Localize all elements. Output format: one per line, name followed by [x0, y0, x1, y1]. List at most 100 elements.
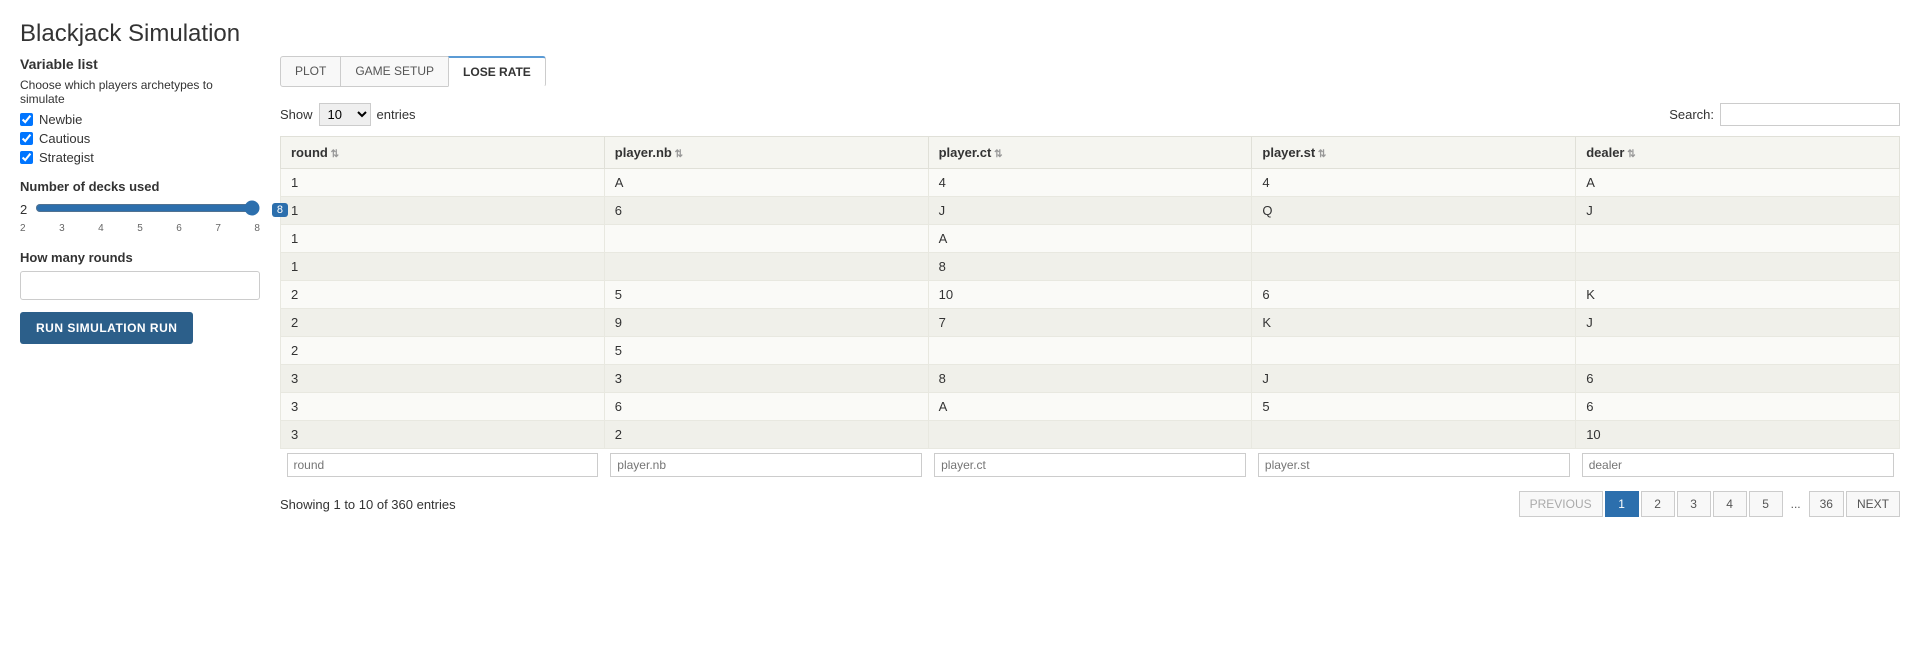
- cell-r4-c1: 5: [604, 281, 928, 309]
- run-simulation-button[interactable]: RUN SIMULATION RUN: [20, 312, 193, 344]
- pagination-next[interactable]: NEXT: [1846, 491, 1900, 517]
- pagination-page-2[interactable]: 2: [1641, 491, 1675, 517]
- checkbox-newbie[interactable]: [20, 113, 33, 126]
- col-header-player.st[interactable]: player.st: [1252, 137, 1576, 169]
- cell-r4-c0: 2: [281, 281, 605, 309]
- table-row: 297KJ: [281, 309, 1900, 337]
- cell-r7-c2: 8: [928, 365, 1252, 393]
- checkbox-strategist[interactable]: [20, 151, 33, 164]
- cell-r8-c1: 6: [604, 393, 928, 421]
- cell-r7-c1: 3: [604, 365, 928, 393]
- player-checkboxes: Newbie Cautious Strategist: [20, 112, 260, 165]
- cell-r1-c0: 1: [281, 197, 605, 225]
- col-header-player.nb[interactable]: player.nb: [604, 137, 928, 169]
- pagination-page-5[interactable]: 5: [1749, 491, 1783, 517]
- cell-r4-c2: 10: [928, 281, 1252, 309]
- col-header-player.ct[interactable]: player.ct: [928, 137, 1252, 169]
- col-header-round[interactable]: round: [281, 137, 605, 169]
- cell-r8-c4: 6: [1576, 393, 1900, 421]
- cell-r1-c1: 6: [604, 197, 928, 225]
- pagination-page-4[interactable]: 4: [1713, 491, 1747, 517]
- cell-r9-c3: [1252, 421, 1576, 449]
- tab-game-setup[interactable]: GAME SETUP: [340, 56, 449, 87]
- col-header-dealer[interactable]: dealer: [1576, 137, 1900, 169]
- cell-r2-c1: [604, 225, 928, 253]
- cell-r2-c4: [1576, 225, 1900, 253]
- decks-slider[interactable]: [35, 200, 260, 216]
- rounds-input[interactable]: 100: [20, 271, 260, 300]
- cell-r8-c0: 3: [281, 393, 605, 421]
- tab-lose-rate[interactable]: LOSE RATE: [448, 56, 546, 87]
- pagination-page-1[interactable]: 1: [1605, 491, 1639, 517]
- slider-badge: 8: [272, 203, 288, 217]
- rounds-label: How many rounds: [20, 250, 260, 265]
- cell-r7-c4: 6: [1576, 365, 1900, 393]
- checkbox-label-cautious: Cautious: [39, 131, 90, 146]
- cell-r2-c3: [1252, 225, 1576, 253]
- table-row: 18: [281, 253, 1900, 281]
- cell-r4-c4: K: [1576, 281, 1900, 309]
- cell-r0-c0: 1: [281, 169, 605, 197]
- cell-r9-c0: 3: [281, 421, 605, 449]
- table-row: 16JQJ: [281, 197, 1900, 225]
- checkbox-cautious[interactable]: [20, 132, 33, 145]
- decks-value: 2: [20, 202, 27, 217]
- cell-r7-c0: 3: [281, 365, 605, 393]
- cell-r6-c3: [1252, 337, 1576, 365]
- search-input[interactable]: [1720, 103, 1900, 126]
- cell-r0-c3: 4: [1252, 169, 1576, 197]
- cell-r5-c3: K: [1252, 309, 1576, 337]
- cell-r5-c4: J: [1576, 309, 1900, 337]
- cell-r3-c3: [1252, 253, 1576, 281]
- app-title: Blackjack Simulation: [20, 20, 1900, 48]
- cell-r3-c2: 8: [928, 253, 1252, 281]
- table-row: 36A56: [281, 393, 1900, 421]
- pagination-last-page[interactable]: 36: [1809, 491, 1844, 517]
- filter-input-round[interactable]: [287, 453, 599, 477]
- cell-r9-c2: [928, 421, 1252, 449]
- show-entries: Show 10 25 50 100 entries: [280, 103, 416, 126]
- showing-info: Showing 1 to 10 of 360 entries: [280, 497, 456, 512]
- filter-input-player.nb[interactable]: [610, 453, 922, 477]
- table-row: 25106K: [281, 281, 1900, 309]
- cell-r2-c2: A: [928, 225, 1252, 253]
- table-controls: Show 10 25 50 100 entries Search:: [280, 103, 1900, 126]
- pagination-previous[interactable]: PREVIOUS: [1519, 491, 1603, 517]
- checkbox-item-strategist: Strategist: [20, 150, 260, 165]
- slider-labels: 2345678: [20, 223, 260, 234]
- table-header: roundplayer.nbplayer.ctplayer.stdealer: [281, 137, 1900, 169]
- show-label: Show: [280, 107, 313, 122]
- cell-r9-c1: 2: [604, 421, 928, 449]
- cell-r6-c4: [1576, 337, 1900, 365]
- table-row: 1A44A: [281, 169, 1900, 197]
- cell-r2-c0: 1: [281, 225, 605, 253]
- entries-select[interactable]: 10 25 50 100: [319, 103, 371, 126]
- search-label: Search:: [1669, 107, 1714, 122]
- table-footer: Showing 1 to 10 of 360 entries PREVIOUS1…: [280, 491, 1900, 517]
- entries-label: entries: [377, 107, 416, 122]
- filter-input-player.st[interactable]: [1258, 453, 1570, 477]
- cell-r6-c0: 2: [281, 337, 605, 365]
- cell-r0-c1: A: [604, 169, 928, 197]
- filter-input-dealer[interactable]: [1582, 453, 1894, 477]
- tabs-container: PLOTGAME SETUPLOSE RATE: [280, 56, 1900, 87]
- checkbox-item-cautious: Cautious: [20, 131, 260, 146]
- variable-list-label: Variable list: [20, 56, 260, 72]
- cell-r4-c3: 6: [1252, 281, 1576, 309]
- cell-r6-c1: 5: [604, 337, 928, 365]
- checkbox-label-newbie: Newbie: [39, 112, 82, 127]
- tab-plot[interactable]: PLOT: [280, 56, 341, 87]
- checkbox-label-strategist: Strategist: [39, 150, 94, 165]
- cell-r8-c3: 5: [1252, 393, 1576, 421]
- decks-label: Number of decks used: [20, 179, 260, 194]
- filter-row: [281, 449, 1900, 482]
- cell-r9-c4: 10: [1576, 421, 1900, 449]
- cell-r8-c2: A: [928, 393, 1252, 421]
- cell-r0-c4: A: [1576, 169, 1900, 197]
- sidebar: Variable list Choose which players arche…: [20, 56, 280, 344]
- filter-input-player.ct[interactable]: [934, 453, 1246, 477]
- pagination-ellipsis: ...: [1785, 492, 1807, 516]
- table-row: 1A: [281, 225, 1900, 253]
- cell-r5-c0: 2: [281, 309, 605, 337]
- pagination-page-3[interactable]: 3: [1677, 491, 1711, 517]
